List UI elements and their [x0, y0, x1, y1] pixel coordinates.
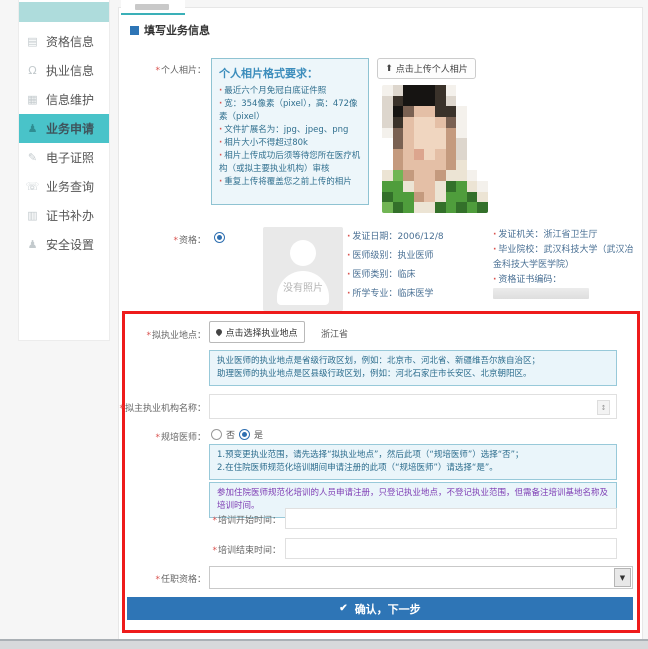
main-panel: 填写业务信息 个人相片： 个人相片格式要求： 最近六个月免冠白底证件照 宽：35…	[118, 7, 643, 641]
upload-photo-button[interactable]: ⬆ 点击上传个人相片	[377, 58, 476, 79]
sidebar-item-practice-info[interactable]: Ω 执业信息	[19, 56, 109, 85]
detail-major: 所学专业：临床医学	[347, 285, 493, 304]
sidebar-item-electronic-license[interactable]: ✎ 电子证照	[19, 143, 109, 172]
trainee-yes-label: 是	[254, 428, 263, 441]
trainee-yes-radio[interactable]	[239, 429, 250, 440]
requirement-item: 宽：354像素（pixel），高：472像素（pixel）	[219, 98, 361, 124]
sidebar-item-label: 业务申请	[46, 120, 94, 137]
edit-icon: ✎	[19, 151, 46, 164]
sidebar-item-label: 资格信息	[46, 33, 94, 50]
select-practice-location-button[interactable]: 点击选择执业地点	[209, 321, 305, 343]
position-qualification-select[interactable]: ▼	[209, 566, 633, 589]
sidebar: ▤ 资格信息 Ω 执业信息 ▦ 信息维护 ♟ 业务申请 ✎ 电子证照 ☏ 业务查…	[18, 0, 110, 341]
photo-requirements-list: 最近六个月免冠白底证件照 宽：354像素（pixel），高：472像素（pixe…	[219, 85, 361, 189]
upload-icon: ⬆	[385, 64, 393, 74]
section-header: 填写业务信息	[130, 22, 210, 38]
location-pin-icon	[215, 328, 223, 336]
truncated-tab[interactable]	[121, 0, 185, 15]
help-line: 助理医师的执业地点是区县级行政区划，例如：河北石家庄市长安区、北京朝阳区。	[217, 368, 609, 381]
image-icon: ▦	[19, 93, 46, 106]
user-icon: ♟	[19, 122, 46, 135]
sidebar-item-label: 电子证照	[46, 149, 94, 166]
detail-issuing-authority: 发证机关：浙江省卫生厅	[493, 228, 637, 243]
page-title: 填写业务信息	[144, 22, 210, 38]
upload-photo-button-label: 点击上传个人相片	[396, 62, 468, 75]
sidebar-item-label: 证书补办	[46, 207, 94, 224]
help-line: 1.预变更执业范围，请先选择“拟执业地点”，然后此项（“规培医师”）选择“否”；	[217, 449, 609, 462]
dropdown-icon[interactable]: ▼	[614, 568, 631, 587]
qualification-details-left: 发证日期：2006/12/8 医师级别：执业医师 医师类别：临床 所学专业：临床…	[347, 228, 493, 304]
detail-issue-date: 发证日期：2006/12/8	[347, 228, 493, 247]
photo-requirements-box: 个人相片格式要求： 最近六个月免冠白底证件照 宽：354像素（pixel），高：…	[211, 58, 369, 205]
sidebar-item-label: 信息维护	[46, 91, 94, 108]
detail-doctor-level: 医师级别：执业医师	[347, 247, 493, 266]
practice-location-label: 拟执业地点：	[146, 328, 206, 341]
training-start-input[interactable]	[285, 508, 617, 529]
updown-icon: ↕	[597, 400, 610, 415]
footer-bar	[0, 639, 648, 649]
practice-location-value: 浙江省	[321, 327, 348, 340]
qualification-radio[interactable]	[214, 232, 225, 243]
person-silhouette-icon	[290, 240, 316, 266]
requirement-item: 文件扩展名为：jpg、jpeg、png	[219, 124, 361, 137]
document-icon: ▤	[19, 35, 46, 48]
trainee-radio-group: 否 是	[211, 428, 263, 441]
sidebar-item-certificate-reissue[interactable]: ▥ 证书补办	[19, 201, 109, 230]
detail-doctor-category: 医师类别：临床	[347, 266, 493, 285]
detail-graduate-school: 毕业院校：武汉科技大学（武汉冶金科技大学医学院）	[493, 243, 637, 273]
check-icon: ✔	[339, 603, 347, 614]
sidebar-header-bar	[19, 2, 109, 22]
sidebar-item-business-application[interactable]: ♟ 业务申请	[19, 114, 109, 143]
personal-photo-label: 个人相片：	[139, 63, 206, 76]
training-end-input[interactable]	[285, 538, 617, 559]
requirement-item: 最近六个月免冠白底证件照	[219, 85, 361, 98]
section-bullet-icon	[130, 26, 139, 35]
trainee-help-box: 1.预变更执业范围，请先选择“拟执业地点”，然后此项（“规培医师”）选择“否”；…	[209, 444, 617, 480]
training-end-label: 培训结束时间：	[212, 543, 281, 556]
confirm-next-button[interactable]: ✔ 确认，下一步	[127, 597, 633, 620]
position-qualification-label: 任职资格：	[155, 572, 206, 585]
qualification-label: 资格：	[139, 233, 206, 246]
help-line: 执业医师的执业地点是省级行政区划，例如：北京市、河北省、新疆维吾尔族自治区；	[217, 355, 609, 368]
requirement-item: 相片上传成功后须等待您所在医疗机构（或拟主要执业机构）审核	[219, 150, 361, 176]
training-start-label: 培训开始时间：	[212, 513, 281, 526]
notebook-icon: ▥	[19, 209, 46, 222]
sidebar-menu: ▤ 资格信息 Ω 执业信息 ▦ 信息维护 ♟ 业务申请 ✎ 电子证照 ☏ 业务查…	[19, 27, 109, 259]
org-name-label: 拟主执业机构名称：	[119, 401, 206, 414]
sidebar-item-label: 执业信息	[46, 62, 94, 79]
no-photo-placeholder: 没有照片	[263, 227, 343, 311]
requirement-item: 重复上传将覆盖您之前上传的相片	[219, 176, 361, 189]
headset-icon: Ω	[19, 64, 46, 77]
sidebar-item-info-maintenance[interactable]: ▦ 信息维护	[19, 85, 109, 114]
practice-location-help-box: 执业医师的执业地点是省级行政区划，例如：北京市、河北省、新疆维吾尔族自治区； 助…	[209, 350, 617, 386]
detail-certificate-number: 资格证书编码：	[493, 273, 637, 303]
user-gear-icon: ♟	[19, 238, 46, 251]
truncated-tab-text	[135, 4, 169, 10]
org-name-select[interactable]: ↕	[209, 394, 617, 419]
trainee-no-radio[interactable]	[211, 429, 222, 440]
redacted-certificate-number	[493, 288, 589, 299]
sidebar-item-business-query[interactable]: ☏ 业务查询	[19, 172, 109, 201]
sidebar-item-security-settings[interactable]: ♟ 安全设置	[19, 230, 109, 259]
business-form-highlight-box: 拟执业地点： 点击选择执业地点 浙江省 执业医师的执业地点是省级行政区划，例如：…	[122, 311, 640, 633]
requirement-item: 相片大小不得超过80k	[219, 137, 361, 150]
no-photo-text: 没有照片	[263, 279, 343, 294]
qualification-details-right: 发证机关：浙江省卫生厅 毕业院校：武汉科技大学（武汉冶金科技大学医学院） 资格证…	[493, 228, 637, 303]
uploaded-photo	[382, 85, 488, 213]
trainee-doctor-label: 规培医师：	[155, 430, 206, 443]
confirm-next-button-label: 确认，下一步	[355, 601, 421, 617]
phone-icon: ☏	[19, 180, 46, 193]
sidebar-item-label: 业务查询	[46, 178, 94, 195]
sidebar-item-qualification-info[interactable]: ▤ 资格信息	[19, 27, 109, 56]
select-practice-location-button-label: 点击选择执业地点	[225, 326, 297, 339]
trainee-no-label: 否	[226, 428, 235, 441]
sidebar-item-label: 安全设置	[46, 236, 94, 253]
help-line: 2.在住院医师规范化培训期间申请注册的此项（“规培医师”）请选择“是”。	[217, 462, 609, 475]
photo-requirements-title: 个人相片格式要求：	[219, 65, 361, 81]
